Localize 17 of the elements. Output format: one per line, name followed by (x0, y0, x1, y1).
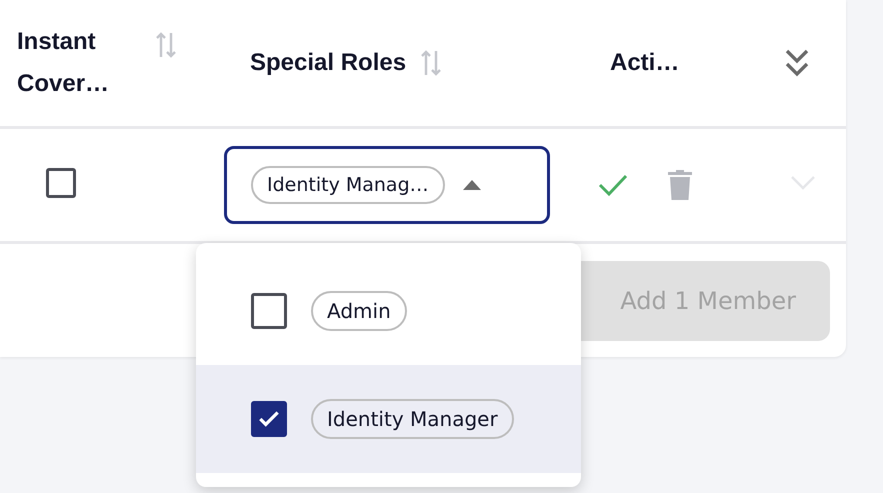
column-header[interactable]: Acti… (610, 42, 680, 84)
expand-all-icon[interactable] (784, 48, 810, 78)
trash-icon[interactable] (668, 170, 692, 200)
check-icon[interactable] (598, 173, 628, 197)
column-header[interactable]: Instant Cover… (17, 21, 135, 105)
sort-icon[interactable] (155, 31, 177, 59)
role-chip: Identity Manager (311, 399, 514, 439)
roles-select[interactable]: Identity Manag… (224, 146, 550, 224)
checkbox[interactable] (251, 401, 287, 437)
role-chip: Admin (311, 291, 407, 331)
sort-icon[interactable] (420, 49, 442, 77)
checkbox[interactable] (46, 168, 76, 198)
dropdown-option[interactable]: Identity Manager (196, 365, 581, 473)
column-header[interactable]: Special Roles (250, 42, 406, 84)
role-chip: Identity Manag… (251, 166, 445, 204)
checkbox[interactable] (251, 293, 287, 329)
caret-icon (462, 180, 481, 190)
